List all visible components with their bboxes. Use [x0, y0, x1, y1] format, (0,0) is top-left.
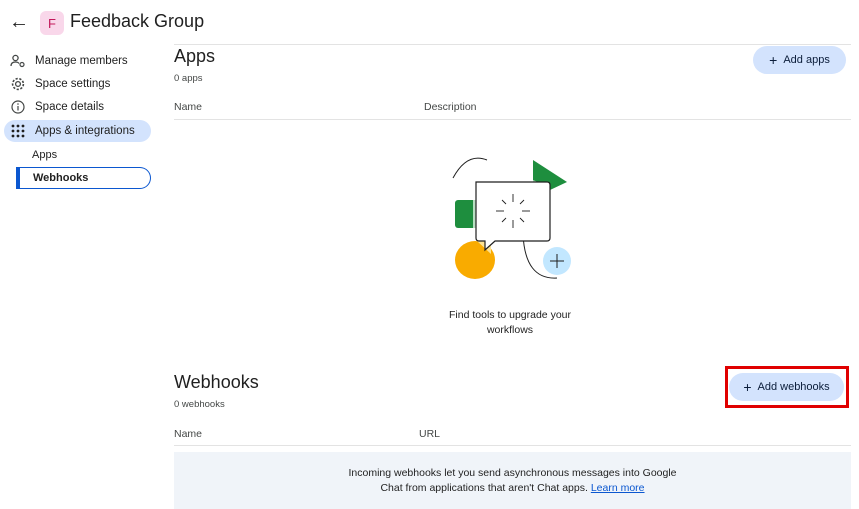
- apps-header-divider: [174, 119, 851, 120]
- sidebar-subitem-apps[interactable]: Apps: [16, 144, 151, 166]
- sidebar-item-label: Space details: [35, 101, 105, 113]
- webhooks-info-text: Incoming webhooks let you send asynchron…: [174, 466, 851, 496]
- info-line-2: Chat from applications that aren't Chat …: [174, 481, 851, 496]
- empty-text-line-1: Find tools to upgrade your: [449, 309, 571, 321]
- add-apps-button[interactable]: + Add apps: [753, 46, 846, 74]
- header-divider: [174, 44, 851, 45]
- arrow-back-icon[interactable]: ←: [8, 11, 30, 33]
- apps-empty-state-text: Find tools to upgrade your workflows: [430, 308, 590, 338]
- space-title: Feedback Group: [70, 11, 205, 31]
- sidebar-item-label: Space settings: [35, 78, 111, 90]
- space-avatar: F: [40, 11, 64, 35]
- sidebar-item-label: Apps & integrations: [35, 125, 135, 137]
- apps-grid-icon: [8, 121, 28, 141]
- apps-count: 0 apps: [174, 73, 203, 84]
- tools-illustration: [452, 157, 571, 279]
- sidebar-item-space-details[interactable]: Space details: [4, 96, 151, 118]
- gear-icon: [8, 74, 28, 94]
- empty-text-line-2: workflows: [486, 324, 534, 336]
- apps-col-name: Name: [174, 101, 203, 113]
- sidebar-item-manage-members[interactable]: Manage members: [4, 50, 151, 72]
- learn-more-link[interactable]: Learn more: [591, 482, 645, 494]
- sidebar-item-space-settings[interactable]: Space settings: [4, 73, 151, 95]
- webhooks-count: 0 webhooks: [174, 399, 225, 410]
- people-settings-icon: [8, 51, 28, 71]
- sidebar-subitem-label: Webhooks: [33, 172, 89, 184]
- apps-col-description: Description: [424, 101, 477, 113]
- add-apps-label: Add apps: [783, 54, 830, 66]
- webhooks-col-url: URL: [419, 428, 441, 440]
- top-bar: ← F Feedback Group: [0, 0, 859, 44]
- webhooks-section-title: Webhooks: [174, 372, 259, 392]
- webhooks-info-box: Incoming webhooks let you send asynchron…: [174, 452, 851, 509]
- sidebar-subitem-webhooks[interactable]: Webhooks: [16, 167, 151, 189]
- highlight-box: [725, 366, 849, 408]
- webhooks-header-divider: [174, 445, 851, 446]
- info-icon: [8, 97, 28, 117]
- sidebar-item-label: Manage members: [35, 55, 128, 67]
- sidebar-item-apps-integrations[interactable]: Apps & integrations: [4, 120, 151, 142]
- apps-section-title: Apps: [174, 46, 216, 66]
- info-line-2-text: Chat from applications that aren't Chat …: [380, 482, 591, 494]
- info-line-1: Incoming webhooks let you send asynchron…: [348, 467, 677, 479]
- sidebar-subitem-label: Apps: [32, 149, 58, 161]
- webhooks-col-name: Name: [174, 428, 203, 440]
- plus-icon: +: [769, 52, 778, 68]
